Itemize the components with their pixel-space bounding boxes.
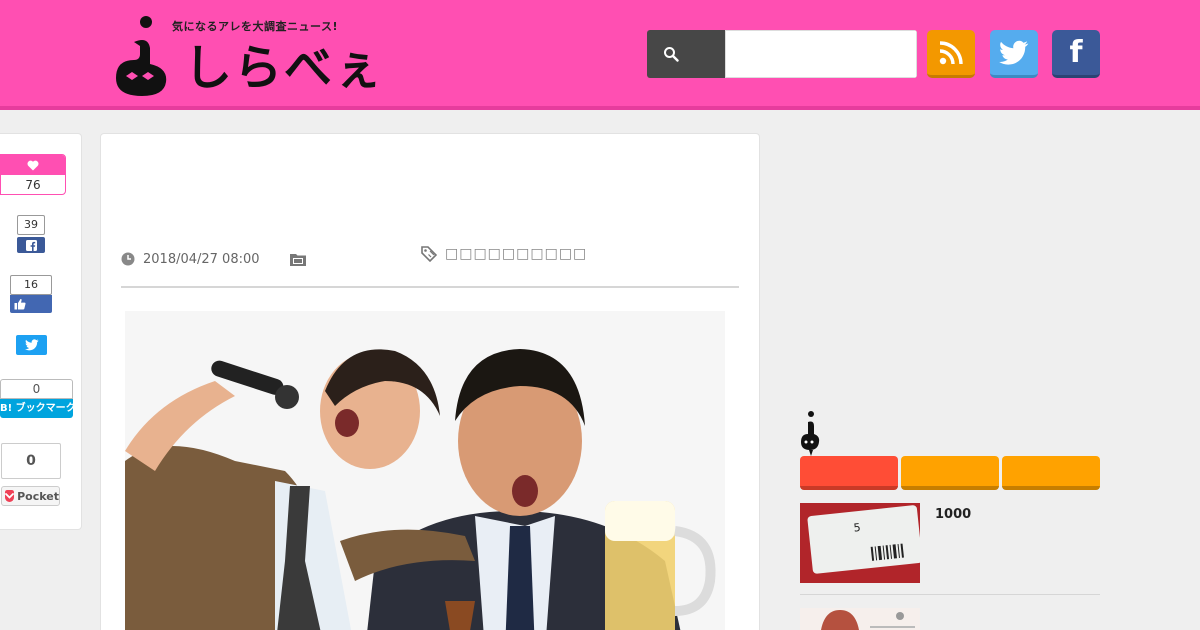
search-icon: [664, 47, 679, 62]
category-folder-icon[interactable]: [289, 253, 306, 266]
hatena-label: B! ブックマーク: [0, 399, 73, 418]
tag-icon: [421, 246, 437, 262]
svg-text:5: 5: [853, 521, 861, 535]
like-count: 76: [25, 178, 41, 192]
pocket-icon: [5, 490, 15, 502]
twitter-share-button[interactable]: [16, 335, 47, 355]
facebook-icon: [25, 239, 37, 251]
search-input[interactable]: [725, 30, 917, 78]
article-tags-text: □□□□□□□□□□: [445, 246, 588, 262]
twitter-bird-icon: [24, 339, 39, 351]
ranking-tabs: [800, 456, 1100, 490]
heart-icon: [27, 160, 39, 170]
facebook-like-count: 16: [10, 275, 52, 295]
rss-button[interactable]: [927, 30, 975, 78]
ranking-tab-3[interactable]: [1002, 456, 1100, 490]
facebook-icon: f: [1069, 34, 1083, 70]
hatena-bookmark-button[interactable]: 0 B! ブックマーク: [0, 379, 73, 419]
twitter-bird-icon: [999, 40, 1029, 65]
thumbs-up-icon: [14, 298, 26, 310]
facebook-button[interactable]: f: [1052, 30, 1100, 78]
rss-icon: [939, 40, 963, 64]
site-logo[interactable]: 気になるアレを大調査ニュース! しらべぇ: [112, 14, 402, 98]
facebook-share-button[interactable]: 39: [17, 215, 45, 255]
clock-icon: [121, 252, 135, 266]
ranking-item-title[interactable]: 1000: [935, 507, 971, 522]
article-card: 2018/04/27 08:00 □□□□□□□□□□: [100, 133, 760, 630]
ranking-mascot-icon: [801, 411, 820, 456]
pocket-button[interactable]: 0 Pocket: [1, 443, 61, 507]
site-tagline: 気になるアレを大調査ニュース!: [172, 20, 338, 33]
search-button[interactable]: [647, 30, 725, 78]
ranking-tab-2[interactable]: [901, 456, 999, 490]
facebook-like-button[interactable]: 16: [10, 275, 52, 315]
site-logo-text: しらべぇ: [184, 40, 385, 96]
search-form: [647, 30, 917, 78]
like-button-top: [1, 155, 65, 175]
ranking-item-thumbnail[interactable]: [800, 608, 920, 630]
facebook-like-icon-box: [10, 295, 52, 313]
facebook-share-count: 39: [17, 215, 45, 235]
facebook-share-icon-box: [17, 237, 45, 253]
article-eyecatch-image: [125, 311, 725, 630]
ranking-tab-1[interactable]: [800, 456, 898, 490]
hatena-count: 0: [0, 379, 73, 399]
article-date-text: 2018/04/27 08:00: [143, 251, 260, 267]
twitter-button[interactable]: [990, 30, 1038, 78]
site-header: 気になるアレを大調査ニュース! しらべぇ f: [0, 0, 1200, 110]
article-meta: 2018/04/27 08:00 □□□□□□□□□□: [121, 244, 741, 274]
like-button[interactable]: 76: [0, 154, 66, 195]
pocket-count: 0: [1, 443, 61, 479]
article-date: 2018/04/27 08:00: [121, 252, 260, 267]
meta-divider: [121, 286, 739, 288]
ranking-item[interactable]: 5 1000: [800, 503, 1100, 595]
article-tags[interactable]: □□□□□□□□□□: [421, 246, 587, 262]
ranking-item-thumbnail[interactable]: 5: [800, 503, 920, 583]
pocket-save-button[interactable]: Pocket: [1, 486, 60, 506]
pocket-label: Pocket: [17, 489, 59, 503]
